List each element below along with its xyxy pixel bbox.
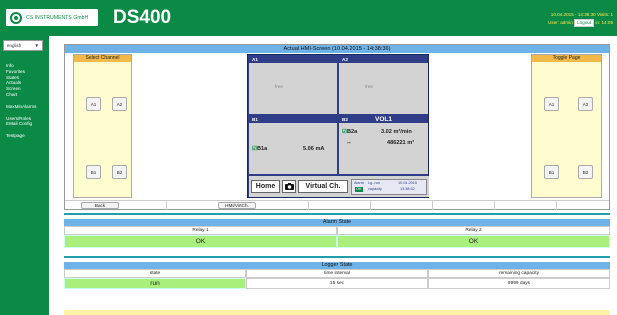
sidebar-item-testpage[interactable]: Testpage [6,133,36,139]
capacity-label: capacity [368,187,382,191]
toggle-page-header: Toggle Page [532,55,601,62]
alarm-state-table: Alarm State Relay 1 Relay 2 OK OK [64,219,610,248]
select-channel-header: Select Channel [74,55,131,62]
virtual-channel-button[interactable]: Virtual Ch. [298,180,348,193]
alarm-value-relay1: OK [64,235,337,248]
tile-b2-label: B2 VOL1 [339,116,428,123]
hmi-footer-row: Back HMI/VirtCh. [65,200,609,210]
alarm-value-relay2: OK [337,235,610,248]
channel-button-b1[interactable]: B1 [86,165,101,179]
tile-b2[interactable]: B2 VOL1 ☑B2a 3.02 m³/min -- 486221 m³ [339,116,428,174]
logger-header-state: state [64,269,246,278]
divider [64,213,610,215]
user-label: User: admin [547,19,573,25]
tile-a2-text: free [365,84,373,89]
company-logo: CS INSTRUMENTS GmbH [6,9,98,26]
back-button[interactable]: Back [81,202,119,209]
alarm-header-relay1: Relay 1 [64,226,337,235]
tile-a2-label: A2 [339,56,428,63]
logger-state-title: Logger State [64,262,610,269]
bottom-status-bar [64,310,610,315]
logger-state-table: Logger State state time interval remaini… [64,262,610,289]
page-button-a1[interactable]: A1 [544,97,559,111]
page-button-b2[interactable]: B2 [578,165,593,179]
divider [64,256,610,258]
b2-line2-value: 486221 m³ [387,140,415,146]
hmi-bottom-bar: Home Virtual Ch. Alarm OK Lg.-run capaci… [249,176,429,197]
alarm-state-title: Alarm State [64,219,610,226]
logger-value-capacity: 9999 days [428,278,610,289]
status-indicator: Alarm OK Lg.-run capacity 10.04.2015 13:… [351,179,427,195]
datetime-visits: 10.04.2015 - 14:38:30 Visits: 1 [550,12,613,17]
top-header: CS INSTRUMENTS GmbH DS400 10.04.2015 - 1… [0,0,617,36]
channel-button-a1[interactable]: A1 [86,97,101,111]
language-value: english [7,43,22,48]
hmi-virtual-channel-button[interactable]: HMI/VirtCh. [218,202,256,209]
camera-button[interactable] [282,180,296,193]
hmi-screen: A1 free A2 free B1 ☑B1a 5.06 mA B2 VOL1 … [247,54,429,198]
status-date: 10.04.2015 [398,181,418,185]
alarm-header-relay2: Relay 2 [337,226,610,235]
status-time: 13:38:32 [400,187,415,191]
page-button-a2[interactable]: A2 [578,97,593,111]
brand-name: CS INSTRUMENTS GmbH [26,14,89,21]
channel-button-b2[interactable]: B2 [112,165,127,179]
sidebar-item-maxminalarms[interactable]: MaxMinAlarms [6,104,36,110]
chevron-down-icon: ▼ [34,43,39,48]
language-select[interactable]: english ▼ [3,40,43,51]
sidebar: english ▼ Info Favorites States Actuals … [0,36,49,315]
alarm-ok-tag: OK [355,187,363,192]
logger-value-state: run [64,278,246,289]
sidebar-menu: Info Favorites States Actuals Screen Cha… [6,63,36,139]
tile-a2[interactable]: A2 free [339,56,428,114]
session-info: 10.04.2015 - 14:38:30 Visits: 1 User: ad… [548,11,613,27]
b1-measure-value: 5.06 mA [303,146,325,152]
logger-value-interval: 15 sec [246,278,428,289]
logrun-label: Lg.-run [368,181,381,185]
select-channel-panel: Select Channel A1 A2 B1 B2 [73,54,132,198]
tile-b1[interactable]: B1 ☑B1a 5.06 mA [249,116,337,174]
alarm-label: Alarm [354,181,364,185]
tile-a1-label: A1 [249,56,337,63]
toggle-page-panel: Toggle Page A1 A2 B1 B2 [531,54,602,198]
tile-a1-text: free [275,84,283,89]
tile-b1-label: B1 [249,116,337,123]
b2-line1-name: B2a [347,129,358,135]
tile-a1[interactable]: A1 free [249,56,337,114]
b2-line1-value: 3.02 m³/min [381,129,412,135]
sidebar-item-email-config[interactable]: EMail Config [6,121,36,127]
page-button-b1[interactable]: B1 [544,165,559,179]
camera-icon [284,183,294,190]
logger-header-interval: time interval [246,269,428,278]
logger-header-capacity: remaining capacity [428,269,610,278]
hmi-title: Actual HMI-Screen (10.04.2015 - 14:38:36… [65,45,609,53]
hmi-panel: Actual HMI-Screen (10.04.2015 - 14:38:36… [64,44,610,210]
home-button[interactable]: Home [251,180,280,193]
product-title: DS400 [113,7,172,28]
channel-button-a2[interactable]: A2 [112,97,127,111]
tile-b2-title: VOL1 [375,116,392,123]
logout-button[interactable]: Logout [574,18,595,27]
session-time: in: 14:05 [595,19,613,25]
b2-line2-name: -- [347,140,351,146]
b1-measure-name: B1a [257,146,268,152]
logo-mark-icon [10,11,22,24]
tile-b2-id: B2 [342,117,348,122]
